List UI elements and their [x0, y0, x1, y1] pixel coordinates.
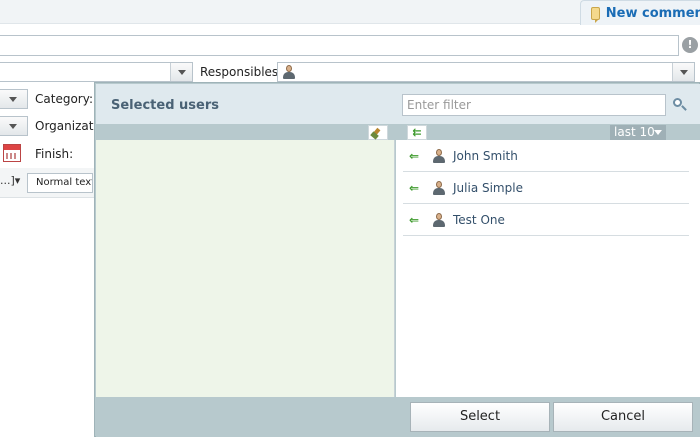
selected-pane-toolbar	[96, 124, 395, 140]
more-button-label: ...	[0, 174, 11, 187]
comment-icon	[591, 6, 600, 23]
user-selector-popup: Selected users ⇇ last 10 ⇐ John Smith ⇐ …	[94, 82, 700, 437]
cancel-button[interactable]: Cancel	[553, 402, 693, 432]
user-icon	[283, 65, 295, 79]
finish-label: Finish:	[35, 147, 74, 161]
organization-label: Organization	[35, 119, 94, 133]
selected-users-list	[96, 140, 395, 397]
responsibles-label: Responsibles:	[200, 65, 283, 79]
category-label: Category:	[35, 92, 93, 106]
select-button[interactable]: Select	[410, 402, 550, 432]
user-icon	[433, 148, 445, 163]
recent-users-dropdown[interactable]: last 10	[610, 125, 666, 140]
add-all-arrow-icon[interactable]: ⇇	[407, 125, 427, 140]
new-comment-tab[interactable]: New comment	[580, 0, 700, 25]
clear-brush-icon[interactable]	[368, 125, 388, 140]
arrow-left-icon[interactable]: ⇐	[409, 213, 429, 227]
arrow-left-icon[interactable]: ⇐	[409, 149, 429, 163]
search-icon[interactable]	[673, 98, 687, 112]
chevron-down-icon[interactable]	[672, 63, 694, 81]
recent-users-dropdown-label: last 10	[614, 125, 655, 139]
info-icon[interactable]: !	[682, 37, 698, 53]
calendar-icon[interactable]	[3, 144, 21, 162]
new-comment-label: New comment	[605, 5, 700, 21]
user-name[interactable]: Julia Simple	[453, 181, 523, 195]
responsibles-field[interactable]	[277, 62, 695, 82]
list-item[interactable]: ⇐ John Smith	[403, 140, 689, 172]
popup-title: Selected users	[111, 98, 219, 113]
popup-header: Selected users	[96, 84, 700, 124]
text-style-select[interactable]: Normal text	[27, 173, 93, 193]
arrow-left-icon[interactable]: ⇐	[409, 181, 429, 195]
left-select[interactable]	[0, 62, 193, 82]
list-item[interactable]: ⇐ Julia Simple	[403, 172, 689, 204]
user-icon	[433, 212, 445, 227]
title-input[interactable]	[0, 35, 679, 56]
available-users-list: ⇐ John Smith ⇐ Julia Simple ⇐ Test One	[396, 140, 700, 397]
user-name[interactable]: John Smith	[453, 149, 518, 163]
user-name[interactable]: Test One	[453, 213, 505, 227]
dropdown-button[interactable]	[0, 116, 28, 136]
chevron-down-icon[interactable]	[170, 63, 192, 81]
user-icon	[433, 180, 445, 195]
list-item[interactable]: ⇐ Test One	[403, 204, 689, 236]
chevron-down-icon	[654, 130, 662, 135]
more-button[interactable]: ...]▾	[0, 174, 20, 187]
dropdown-button[interactable]	[0, 89, 28, 109]
filter-input[interactable]	[402, 94, 666, 116]
